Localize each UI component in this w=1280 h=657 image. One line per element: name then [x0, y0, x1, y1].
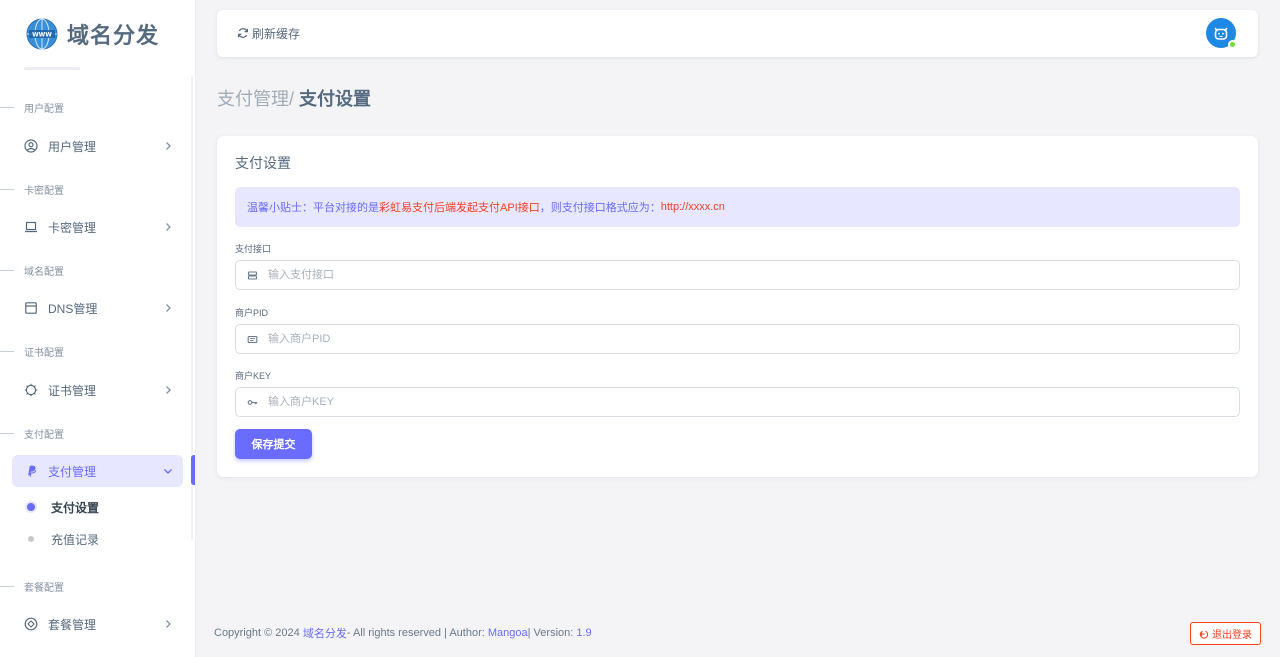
sidebar-item-dns-management[interactable]: DNS管理: [12, 292, 183, 324]
footer: Copyright © 2024 域名分发 - All rights reser…: [214, 625, 592, 641]
menu-header-package: 套餐配置: [0, 578, 190, 594]
sidebar-item-cert-management[interactable]: 证书管理: [12, 374, 183, 406]
pay-api-label: 支付接口: [235, 244, 272, 254]
merchant-key-label: 商户KEY: [235, 371, 272, 381]
brand[interactable]: WWW 域名分发: [26, 17, 159, 51]
refresh-cache-button[interactable]: 刷新缓存: [237, 24, 300, 42]
package-icon: [24, 617, 38, 631]
sidebar-item-package-management[interactable]: 套餐管理: [12, 608, 183, 640]
footer-author-link[interactable]: Mangoa: [488, 627, 528, 639]
laptop-icon: [24, 220, 38, 234]
sidebar-item-pay-management[interactable]: 支付管理: [12, 455, 183, 487]
chevron-right-icon: [166, 386, 171, 394]
bullet-icon: [28, 536, 34, 542]
avatar[interactable]: [1206, 18, 1237, 49]
menu-divider: [24, 67, 80, 70]
merchant-pid-input[interactable]: [268, 325, 1239, 353]
sidebar-item-card-management[interactable]: 卡密管理: [12, 211, 183, 243]
pay-api-input-group: [235, 260, 1240, 290]
id-card-icon: [236, 334, 268, 345]
cat-avatar-icon: [1214, 27, 1228, 40]
logout-icon: [1199, 630, 1209, 638]
save-submit-button[interactable]: 保存提交: [235, 429, 312, 459]
brand-name: 域名分发: [67, 23, 160, 48]
chevron-right-icon: [166, 304, 171, 312]
chevron-right-icon: [166, 142, 171, 150]
tip-alert: 温馨小贴士：平台对接的是 彩虹易支付后端发起支付API接口 ，则支付接口格式应为： h…: [235, 187, 1240, 227]
merchant-key-input[interactable]: [268, 388, 1239, 416]
globe-www-icon: WWW: [26, 18, 58, 50]
refresh-icon: [238, 28, 248, 38]
merchant-pid-input-group: [235, 324, 1240, 354]
sidebar: WWW 域名分发 用户配置 用户管理 卡密配置 卡密管理 域名配置 DNS管理: [0, 0, 196, 657]
chevron-right-icon: [166, 223, 171, 231]
pay-settings-card: 支付设置 温馨小贴士：平台对接的是 彩虹易支付后端发起支付API接口 ，则支付接口格…: [217, 136, 1258, 477]
svg-text:WWW: WWW: [32, 32, 52, 39]
breadcrumb: 支付管理/ 支付设置: [217, 86, 371, 110]
online-status-dot: [1228, 40, 1237, 49]
sidebar-item-user-management[interactable]: 用户管理: [12, 130, 183, 162]
menu-header-pay: 支付配置: [0, 425, 190, 441]
chip-icon: [24, 383, 38, 397]
card-title: 支付设置: [235, 155, 291, 171]
sidebar-subitem-recharge-records[interactable]: 充值记录: [24, 529, 99, 549]
bullet-icon: [27, 503, 35, 511]
menu-header-card: 卡密配置: [0, 181, 190, 197]
merchant-key-input-group: [235, 387, 1240, 417]
user-circle-icon: [24, 139, 38, 153]
merchant-pid-label: 商户PID: [235, 308, 269, 318]
server-icon: [236, 270, 268, 281]
chevron-right-icon: [166, 620, 171, 628]
active-indicator: [191, 455, 195, 485]
logout-button[interactable]: 退出登录: [1190, 622, 1261, 645]
menu-header-domain: 域名配置: [0, 262, 190, 278]
chevron-down-icon: [164, 469, 172, 474]
page-title: 支付设置: [299, 89, 372, 109]
menu-header-cert: 证书配置: [0, 343, 190, 359]
top-navbar: 刷新缓存: [217, 10, 1258, 57]
footer-site-link[interactable]: 域名分发: [303, 625, 347, 641]
breadcrumb-parent[interactable]: 支付管理/: [217, 85, 294, 111]
paypal-icon: [24, 464, 38, 478]
sidebar-subitem-pay-settings[interactable]: 支付设置: [24, 497, 99, 517]
menu-header-user: 用户配置: [0, 99, 190, 115]
key-icon: [236, 397, 268, 408]
window-icon: [24, 301, 38, 315]
footer-version: 1.9: [576, 627, 592, 639]
pay-api-input[interactable]: [268, 261, 1239, 289]
